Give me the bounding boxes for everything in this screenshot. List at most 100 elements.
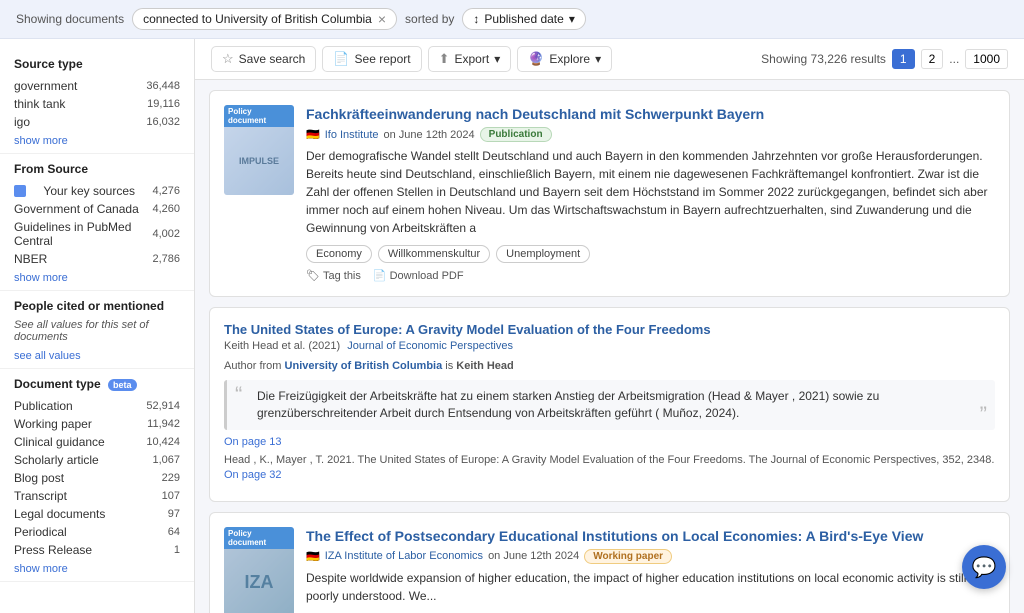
- filter-chip-university[interactable]: connected to University of British Colum…: [132, 8, 397, 30]
- date-1: on June 12th 2024: [384, 129, 475, 141]
- citation-ref-2: Head , K., Mayer , T. 2021. The United S…: [224, 454, 995, 466]
- sidebar-section-source-type: Source type government 36,448 think tank…: [0, 49, 194, 154]
- source-type-thinktank-label[interactable]: think tank: [14, 97, 65, 111]
- tag-this-1[interactable]: 🏷 Tag this: [306, 269, 361, 282]
- source-type-show-more[interactable]: show more: [14, 135, 68, 147]
- doc-type-periodical[interactable]: Periodical 64: [14, 523, 180, 541]
- tag-economy[interactable]: Economy: [306, 245, 372, 263]
- page-ellipsis: ...: [949, 52, 959, 66]
- from-source-nber-label[interactable]: NBER: [14, 252, 47, 266]
- flag-1: 🇩🇪: [306, 128, 320, 141]
- page-1-button[interactable]: 1: [892, 49, 915, 69]
- doc-type-blog[interactable]: Blog post 229: [14, 469, 180, 487]
- explore-button[interactable]: 🔮 Explore ▾: [517, 46, 612, 72]
- source-type-government-label[interactable]: government: [14, 79, 77, 93]
- citation-subtitle-2: Keith Head et al. (2021) Journal of Econ…: [224, 340, 995, 352]
- source-type-igo-label[interactable]: igo: [14, 115, 30, 129]
- from-source-show-more[interactable]: show more: [14, 272, 68, 284]
- filter-chip-close[interactable]: ×: [378, 12, 386, 26]
- result-main-3: The Effect of Postsecondary Educational …: [306, 527, 995, 613]
- tag-icon-1: 🏷: [306, 269, 320, 282]
- from-source-key-count: 4,276: [152, 185, 180, 197]
- doc-type-scholarly[interactable]: Scholarly article 1,067: [14, 451, 180, 469]
- sort-chip[interactable]: ↕ Published date ▾: [462, 8, 585, 30]
- doc-type-press-release[interactable]: Press Release 1: [14, 541, 180, 559]
- affil-label-2: Author from: [224, 360, 285, 372]
- sort-chevron: ▾: [569, 12, 575, 26]
- sidebar-section-people: People cited or mentioned See all values…: [0, 291, 194, 369]
- see-report-button[interactable]: 📄 See report: [322, 46, 421, 72]
- affil-uni-2: University of British Columbia: [285, 360, 443, 372]
- from-source-canada[interactable]: Government of Canada 4,260: [14, 200, 180, 218]
- result-title-1[interactable]: Fachkräfteeinwanderung nach Deutschland …: [306, 105, 995, 123]
- thumb-doc-type-1: Policy document: [224, 105, 294, 127]
- beta-badge: beta: [108, 379, 137, 391]
- source-type-title: Source type: [14, 57, 180, 71]
- affil-person-2: Keith Head: [456, 360, 513, 372]
- download-pdf-1[interactable]: 📄 Download PDF: [373, 269, 464, 282]
- doc-type-legal[interactable]: Legal documents 97: [14, 505, 180, 523]
- doc-type-transcript[interactable]: Transcript 107: [14, 487, 180, 505]
- results-list: Policy document IMPULSE Fachkräfteeinwan…: [195, 80, 1024, 613]
- result-abstract-1: Der demografische Wandel stellt Deutschl…: [306, 147, 995, 237]
- doc-type-working-paper[interactable]: Working paper 11,942: [14, 415, 180, 433]
- people-desc: See all values for this set of documents: [14, 319, 180, 343]
- page-last-button[interactable]: 1000: [965, 49, 1008, 69]
- result-card-3: Policy document IZA The Effect of Postse…: [209, 512, 1010, 613]
- citation-title-2[interactable]: The United States of Europe: A Gravity M…: [224, 322, 995, 337]
- source-3[interactable]: IZA Institute of Labor Economics: [325, 550, 483, 562]
- thumb-image-1: IMPULSE: [224, 127, 294, 195]
- thumb-doc-type-3: Policy document: [224, 527, 294, 549]
- tag-willkommenskultur[interactable]: Willkommenskultur: [378, 245, 490, 263]
- doc-type-clinical-guidance[interactable]: Clinical guidance 10,424: [14, 433, 180, 451]
- result-meta-1: 🇩🇪 Ifo Institute on June 12th 2024 Publi…: [306, 127, 995, 142]
- result-title-3[interactable]: The Effect of Postsecondary Educational …: [306, 527, 995, 545]
- source-type-igo[interactable]: igo 16,032: [14, 113, 180, 131]
- top-bar: Showing documents connected to Universit…: [0, 0, 1024, 39]
- result-card-2: The United States of Europe: A Gravity M…: [209, 307, 1010, 502]
- page-2-button[interactable]: 2: [921, 49, 944, 69]
- from-source-nber-count: 2,786: [152, 253, 180, 265]
- tag-unemployment[interactable]: Unemployment: [496, 245, 590, 263]
- result-card-1: Policy document IMPULSE Fachkräfteeinwan…: [209, 90, 1010, 297]
- source-type-government-count: 36,448: [146, 80, 180, 92]
- from-source-key-sources[interactable]: Your key sources 4,276: [14, 182, 180, 200]
- toolbar: ☆ Save search 📄 See report ⬆ Export ▾ 🔮 …: [195, 39, 1024, 80]
- from-source-canada-label[interactable]: Government of Canada: [14, 202, 139, 216]
- key-sources-icon: [14, 185, 26, 197]
- showing-info: Showing 73,226 results 1 2 ... 1000: [761, 49, 1008, 69]
- doc-type-show-more[interactable]: show more: [14, 563, 68, 575]
- date-3: on June 12th 2024: [488, 550, 579, 562]
- page-ref-2b[interactable]: On page 32: [224, 469, 995, 481]
- from-source-pubmed[interactable]: Guidelines in PubMed Central 4,002: [14, 218, 180, 250]
- chat-bubble[interactable]: 💬: [962, 545, 1006, 589]
- report-icon: 📄: [333, 51, 349, 67]
- main-layout: Source type government 36,448 think tank…: [0, 39, 1024, 613]
- sorted-by-label: sorted by: [405, 12, 454, 26]
- pub-badge-1: Publication: [480, 127, 552, 142]
- doc-type-publication[interactable]: Publication 52,914: [14, 397, 180, 415]
- from-source-nber[interactable]: NBER 2,786: [14, 250, 180, 268]
- from-source-canada-count: 4,260: [152, 203, 180, 215]
- save-search-button[interactable]: ☆ Save search: [211, 46, 316, 72]
- export-icon: ⬆: [439, 51, 450, 67]
- result-main-1: Fachkräfteeinwanderung nach Deutschland …: [306, 105, 995, 282]
- people-see-all[interactable]: see all values: [14, 350, 81, 362]
- result-actions-1: 🏷 Tag this 📄 Download PDF: [306, 269, 995, 282]
- quote-block-2: Die Freizügigkeit der Arbeitskräfte hat …: [224, 380, 995, 430]
- source-1[interactable]: Ifo Institute: [325, 129, 379, 141]
- source-type-igo-count: 16,032: [146, 116, 180, 128]
- page-ref-2a[interactable]: On page 13: [224, 436, 995, 448]
- from-source-pubmed-label[interactable]: Guidelines in PubMed Central: [14, 220, 152, 248]
- citation-journal-2[interactable]: Journal of Economic Perspectives: [347, 340, 513, 352]
- export-chevron: ▾: [494, 52, 500, 66]
- filter-chip-text: connected to University of British Colum…: [143, 12, 372, 26]
- export-button[interactable]: ⬆ Export ▾: [428, 46, 512, 72]
- source-type-government[interactable]: government 36,448: [14, 77, 180, 95]
- sort-icon: ↕: [473, 12, 479, 26]
- source-type-thinktank[interactable]: think tank 19,116: [14, 95, 180, 113]
- from-source-key-label[interactable]: Your key sources: [43, 184, 135, 198]
- content-area: ☆ Save search 📄 See report ⬆ Export ▾ 🔮 …: [195, 39, 1024, 613]
- result-thumb-3: Policy document IZA: [224, 527, 294, 613]
- sidebar-section-doc-type: Document type beta Publication 52,914 Wo…: [0, 369, 194, 582]
